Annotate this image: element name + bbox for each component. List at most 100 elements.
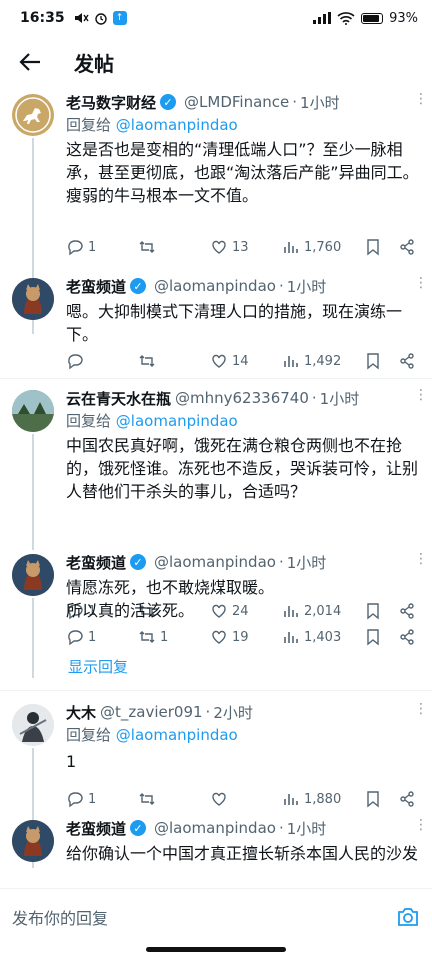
avatar[interactable] bbox=[12, 278, 54, 320]
tweet[interactable]: 老马数字财经 ✓ @LMDFinance · 1小时 ⋮ 回复给 @laoman… bbox=[0, 88, 432, 256]
tweet-time: 1小时 bbox=[286, 553, 327, 572]
landscape-avatar-icon bbox=[12, 390, 54, 432]
views-chart-icon bbox=[284, 794, 298, 805]
battery-icon bbox=[361, 12, 384, 24]
tweet-text: 1 bbox=[66, 752, 77, 771]
arrow-left-icon bbox=[19, 53, 40, 71]
tweet-actions: 1 1,880 bbox=[66, 782, 420, 816]
more-options-icon[interactable]: ⋮ bbox=[414, 92, 428, 106]
author-name[interactable]: 大木 bbox=[66, 702, 96, 723]
reply-to-mention[interactable]: @laomanpindao bbox=[116, 412, 238, 430]
author-name[interactable]: 老蛮频道 bbox=[66, 552, 126, 573]
signal-icon bbox=[313, 12, 332, 24]
tweet[interactable]: 大木 @t_zavier091 · 2小时 ⋮ 回复给 @laomanpinda… bbox=[0, 698, 432, 808]
bookmark-button[interactable] bbox=[364, 352, 398, 370]
like-button[interactable]: 14 bbox=[210, 352, 282, 370]
avatar[interactable] bbox=[12, 94, 54, 136]
reply-compose-bar[interactable]: 发布你的回复 bbox=[0, 888, 432, 944]
mute-icon bbox=[74, 13, 89, 23]
tweet[interactable]: 老蛮频道 ✓ @laomanpindao · 1小时 ⋮ 情愿冻死，也不敢烧煤取… bbox=[0, 548, 432, 646]
reply-to-line: 回复给 @laomanpindao bbox=[66, 726, 238, 744]
author-handle[interactable]: @laomanpindao bbox=[154, 277, 276, 295]
wifi-icon bbox=[337, 11, 355, 25]
retweet-icon bbox=[139, 241, 155, 253]
more-options-icon[interactable]: ⋮ bbox=[414, 818, 428, 832]
back-button[interactable] bbox=[0, 36, 60, 88]
share-button[interactable] bbox=[398, 238, 416, 256]
bookmark-button[interactable] bbox=[364, 628, 398, 646]
tweet-actions: 1 1 19 1,403 bbox=[66, 620, 420, 654]
views-button[interactable]: 1,880 bbox=[282, 790, 364, 808]
reply-to-mention[interactable]: @laomanpindao bbox=[116, 116, 238, 134]
status-time: 16:35 bbox=[20, 10, 65, 26]
reply-icon bbox=[68, 630, 83, 646]
reply-to-line: 回复给 @laomanpindao bbox=[66, 412, 238, 430]
cat-avatar-icon bbox=[12, 554, 54, 596]
reply-feed[interactable]: 老马数字财经 ✓ @LMDFinance · 1小时 ⋮ 回复给 @laoman… bbox=[0, 88, 432, 888]
share-button[interactable] bbox=[398, 790, 416, 808]
camera-icon[interactable] bbox=[396, 905, 420, 929]
app-notification-icon: ↑ bbox=[112, 11, 127, 25]
tweet-time: 1小时 bbox=[319, 389, 360, 408]
reply-button[interactable]: 1 bbox=[66, 628, 138, 646]
tweet-actions: 14 1,492 bbox=[66, 344, 420, 378]
verified-badge-icon: ✓ bbox=[160, 94, 177, 110]
author-handle[interactable]: @laomanpindao bbox=[154, 819, 276, 837]
author-handle[interactable]: @t_zavier091 bbox=[100, 703, 203, 721]
heart-icon bbox=[212, 630, 226, 644]
author-name[interactable]: 云在青天水在瓶 bbox=[66, 388, 171, 409]
tweet-text: 情愿冻死，也不敢烧煤取暖。 所以真的活该死。 bbox=[66, 578, 275, 620]
like-button[interactable]: 19 bbox=[210, 628, 282, 646]
more-options-icon[interactable]: ⋮ bbox=[414, 702, 428, 716]
divider bbox=[0, 690, 432, 691]
more-options-icon[interactable]: ⋮ bbox=[414, 552, 428, 566]
reply-input[interactable]: 发布你的回复 bbox=[12, 905, 396, 929]
retweet-icon bbox=[139, 631, 155, 643]
more-options-icon[interactable]: ⋮ bbox=[414, 276, 428, 290]
show-replies-link[interactable]: 显示回复 bbox=[68, 656, 128, 677]
reply-button[interactable] bbox=[66, 352, 138, 370]
share-button[interactable] bbox=[398, 628, 416, 646]
reply-icon bbox=[68, 354, 83, 370]
share-button[interactable] bbox=[398, 352, 416, 370]
author-name[interactable]: 老蛮频道 bbox=[66, 818, 126, 839]
retweet-button[interactable] bbox=[138, 238, 210, 256]
avatar[interactable] bbox=[12, 554, 54, 596]
views-button[interactable]: 1,760 bbox=[282, 238, 364, 256]
tweet[interactable]: 老蛮频道 ✓ @laomanpindao · 1小时 ⋮ 嗯。大抑制模式下清理人… bbox=[0, 272, 432, 370]
bookmark-icon bbox=[367, 629, 379, 646]
home-indicator[interactable] bbox=[146, 947, 286, 952]
like-button[interactable] bbox=[210, 790, 282, 808]
author-handle[interactable]: @laomanpindao bbox=[154, 553, 276, 571]
tweet[interactable]: 云在青天水在瓶 @mhny62336740 · 1小时 ⋮ 回复给 @laoma… bbox=[0, 384, 432, 620]
views-button[interactable]: 1,403 bbox=[282, 628, 364, 646]
tweet[interactable]: 老蛮频道 ✓ @laomanpindao · 1小时 ⋮ 给你确认一个中国才真正… bbox=[0, 814, 432, 865]
author-handle[interactable]: @mhny62336740 bbox=[175, 389, 309, 407]
retweet-button[interactable] bbox=[138, 352, 210, 370]
retweet-button[interactable] bbox=[138, 790, 210, 808]
author-name[interactable]: 老马数字财经 bbox=[66, 92, 156, 113]
verified-badge-icon: ✓ bbox=[130, 554, 147, 570]
views-button[interactable]: 1,492 bbox=[282, 352, 364, 370]
views-chart-icon bbox=[284, 356, 298, 367]
bookmark-button[interactable] bbox=[364, 790, 398, 808]
author-handle[interactable]: @LMDFinance bbox=[184, 93, 289, 111]
like-button[interactable]: 13 bbox=[210, 238, 282, 256]
author-name[interactable]: 老蛮频道 bbox=[66, 276, 126, 297]
heart-icon bbox=[212, 240, 226, 254]
bookmark-button[interactable] bbox=[364, 238, 398, 256]
avatar[interactable] bbox=[12, 390, 54, 432]
reply-button[interactable]: 1 bbox=[66, 238, 138, 256]
tweet-text: 中国农民真好啊，饿死在满仓粮仓两侧也不在抢的，饿死怪谁。冻死也不造反，哭诉装可怜… bbox=[66, 436, 419, 501]
reply-to-mention[interactable]: @laomanpindao bbox=[116, 726, 238, 744]
tweet-time: 1小时 bbox=[300, 93, 340, 112]
tweet-text: 嗯。大抑制模式下清理人口的措施，现在演练一下。 bbox=[66, 302, 403, 344]
verified-badge-icon: ✓ bbox=[130, 820, 147, 836]
avatar[interactable] bbox=[12, 820, 54, 862]
more-options-icon[interactable]: ⋮ bbox=[414, 388, 428, 402]
views-chart-icon bbox=[284, 242, 298, 253]
heart-icon bbox=[212, 354, 226, 368]
avatar[interactable] bbox=[12, 704, 54, 746]
reply-button[interactable]: 1 bbox=[66, 790, 138, 808]
retweet-button[interactable]: 1 bbox=[138, 628, 210, 646]
